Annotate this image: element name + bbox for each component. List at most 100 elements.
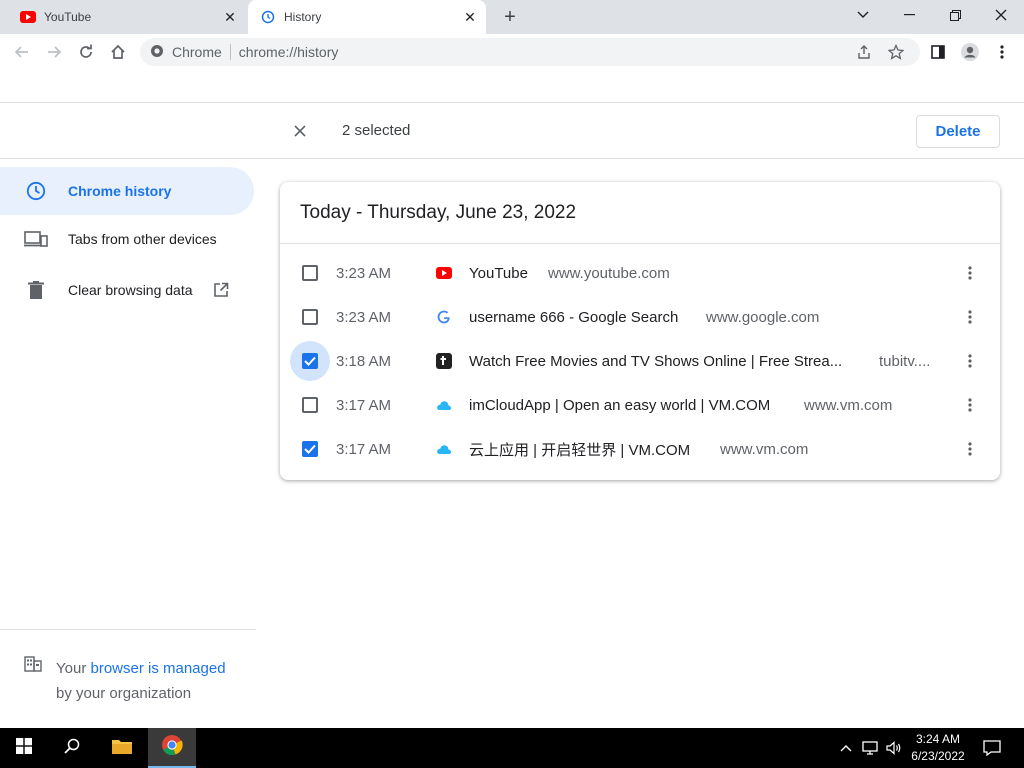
row-checkbox[interactable] [290, 253, 330, 293]
bookmark-star-icon[interactable] [887, 43, 905, 63]
managed-suffix: by your organization [56, 685, 192, 702]
page-title-link[interactable]: username 666 - Google Search [469, 309, 678, 326]
page-title-link[interactable]: 云上应用 | 开启轻世界 | VM.COM [469, 439, 690, 460]
trash-icon [24, 278, 48, 302]
history-icon [260, 9, 276, 25]
close-window-button[interactable] [978, 0, 1024, 30]
history-row[interactable]: 3:18 AM Watch Free Movies and TV Shows O… [280, 339, 1000, 383]
forward-button[interactable] [40, 38, 68, 66]
sidebar: Chrome history Tabs from other devices C… [0, 159, 258, 728]
sidebar-item-clear-browsing-data[interactable]: Clear browsing data [0, 266, 254, 314]
clock-date: 6/23/2022 [911, 749, 965, 763]
page-domain: www.vm.com [720, 440, 809, 458]
address-bar[interactable]: Chrome chrome://history [140, 38, 920, 66]
visit-time: 3:18 AM [336, 352, 392, 370]
external-link-icon [211, 280, 231, 300]
delete-button[interactable]: Delete [916, 115, 1000, 148]
volume-icon[interactable] [884, 738, 904, 758]
visit-time: 3:17 AM [336, 396, 392, 414]
sidebar-item-label: Chrome history [68, 183, 172, 199]
tubi-icon [436, 353, 452, 369]
visit-time: 3:23 AM [336, 264, 392, 282]
row-checkbox[interactable] [290, 341, 330, 381]
side-panel-icon[interactable] [924, 38, 952, 66]
selected-count: 2 selected [342, 122, 411, 139]
clock-time: 3:24 AM [915, 732, 961, 746]
more-actions-icon[interactable] [958, 393, 982, 417]
file-explorer-button[interactable] [98, 728, 146, 768]
visit-time: 3:17 AM [336, 440, 392, 458]
managed-text: Your browser is managed by your organiza… [56, 656, 226, 706]
home-button[interactable] [104, 38, 132, 66]
more-actions-icon[interactable] [958, 261, 982, 285]
checkbox-checked[interactable] [302, 353, 318, 369]
taskbar: 3:24 AM 6/23/2022 [0, 728, 1024, 768]
youtube-icon [20, 9, 36, 25]
site-info-chip[interactable]: Chrome [150, 44, 222, 61]
history-row[interactable]: 3:17 AM imCloudApp | Open an easy world … [280, 383, 1000, 427]
history-row[interactable]: 3:17 AM 云上应用 | 开启轻世界 | VM.COM www.vm.com [280, 427, 1000, 471]
page-domain: www.youtube.com [548, 264, 670, 282]
sidebar-item-tabs-from-other-devices[interactable]: Tabs from other devices [0, 215, 254, 263]
url-text[interactable]: chrome://history [239, 44, 339, 60]
page-title-link[interactable]: YouTube [469, 265, 528, 282]
close-tab-icon[interactable]: ✕ [222, 9, 238, 25]
more-actions-icon[interactable] [958, 349, 982, 373]
checkbox-unchecked[interactable] [302, 397, 318, 413]
page-domain: www.google.com [706, 308, 820, 326]
windows-logo-icon [16, 737, 32, 759]
more-actions-icon[interactable] [958, 305, 982, 329]
share-icon[interactable] [856, 44, 872, 63]
youtube-icon [436, 265, 452, 281]
network-icon[interactable] [860, 738, 880, 758]
managed-link[interactable]: browser is managed [90, 660, 225, 677]
system-clock[interactable]: 3:24 AM 6/23/2022 [902, 731, 974, 765]
visit-time: 3:23 AM [336, 308, 392, 326]
page-title-link[interactable]: imCloudApp | Open an easy world | VM.COM [469, 397, 770, 414]
checkbox-unchecked[interactable] [302, 309, 318, 325]
row-checkbox[interactable] [290, 297, 330, 337]
back-button[interactable] [8, 38, 36, 66]
chevron-up-icon[interactable] [836, 738, 856, 758]
tab-youtube[interactable]: YouTube ✕ [8, 0, 246, 34]
tab-title: History [284, 10, 322, 24]
sidebar-item-label: Tabs from other devices [68, 231, 217, 247]
google-icon [436, 309, 452, 325]
minimize-button[interactable] [886, 0, 932, 30]
history-row[interactable]: 3:23 AM YouTube www.youtube.com [280, 251, 1000, 295]
tab-title: YouTube [44, 10, 92, 24]
search-button[interactable] [48, 728, 96, 768]
tab-history[interactable]: History ✕ [248, 0, 486, 34]
managed-prefix: Your [56, 660, 91, 677]
history-row[interactable]: 3:23 AM username 666 - Google Search www… [280, 295, 1000, 339]
chrome-taskbar-button[interactable] [148, 728, 196, 768]
page-domain: tubitv.... [879, 352, 931, 370]
page-title-link[interactable]: Watch Free Movies and TV Shows Online | … [469, 353, 842, 370]
close-tab-icon[interactable]: ✕ [462, 9, 478, 25]
page-domain: www.vm.com [804, 396, 893, 414]
chrome-icon [161, 734, 183, 761]
notifications-icon[interactable] [980, 736, 1004, 760]
toolbar: Chrome chrome://history [0, 34, 1024, 70]
cloud-icon [436, 397, 452, 413]
row-checkbox[interactable] [290, 385, 330, 425]
divider [229, 44, 231, 60]
row-checkbox[interactable] [290, 429, 330, 469]
tab-strip: YouTube ✕ History ✕ + [0, 0, 1024, 34]
new-tab-button[interactable]: + [498, 5, 522, 29]
menu-kebab-icon[interactable] [988, 38, 1016, 66]
clear-selection-icon[interactable] [288, 119, 312, 143]
tab-search-icon[interactable] [840, 0, 886, 30]
clock-icon [24, 179, 48, 203]
history-card: Today - Thursday, June 23, 2022 3:23 AM … [280, 182, 1000, 480]
restore-button[interactable] [932, 0, 978, 30]
start-button[interactable] [0, 728, 48, 768]
checkbox-checked[interactable] [302, 441, 318, 457]
date-header: Today - Thursday, June 23, 2022 [280, 182, 1000, 244]
profile-avatar-icon[interactable] [956, 38, 984, 66]
sidebar-item-label: Clear browsing data [68, 282, 193, 298]
reload-button[interactable] [72, 38, 100, 66]
checkbox-unchecked[interactable] [302, 265, 318, 281]
more-actions-icon[interactable] [958, 437, 982, 461]
sidebar-item-chrome-history[interactable]: Chrome history [0, 167, 254, 215]
